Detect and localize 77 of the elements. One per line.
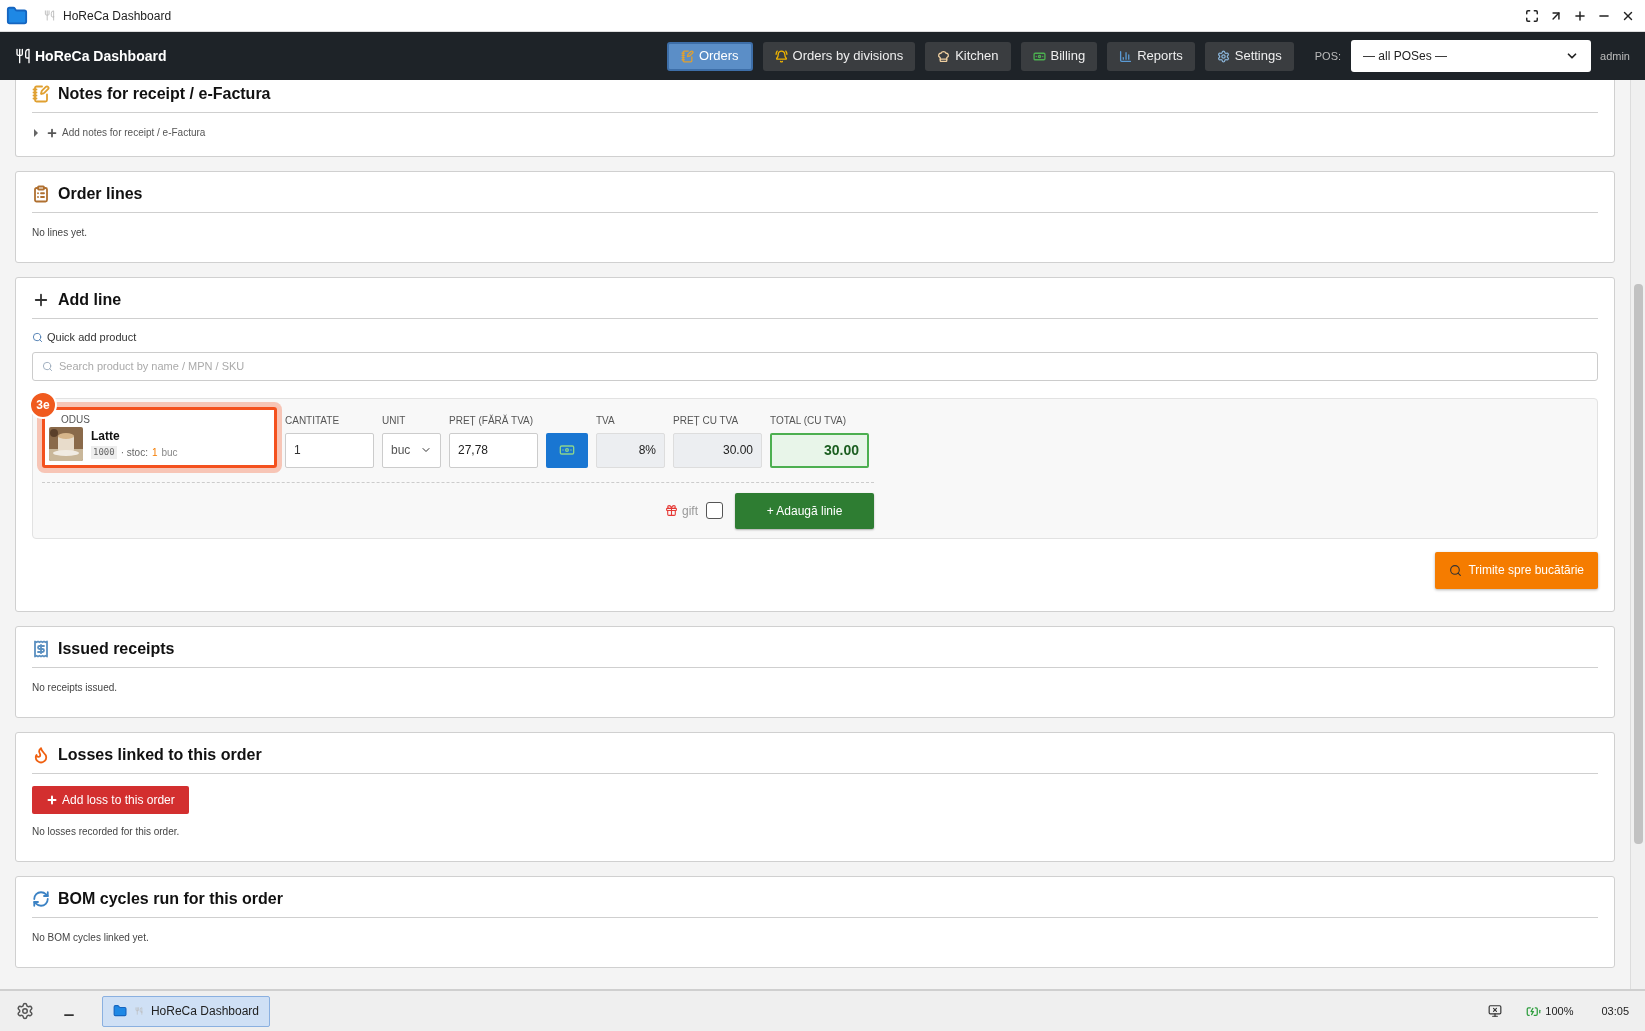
clock: 03:05 — [1601, 1003, 1629, 1019]
plus-icon — [46, 793, 58, 806]
stock-label: · stoc: — [120, 446, 148, 460]
pos-label: POS: — [1314, 48, 1342, 64]
utensils-icon — [135, 1006, 143, 1016]
field-label: TOTAL (CU TVA) — [770, 413, 848, 428]
price-input[interactable]: 27,78 — [449, 432, 538, 468]
pos-select[interactable]: — all POSes — — [1351, 40, 1592, 72]
empty-message: No losses recorded for this order. — [32, 824, 181, 839]
gift-label: gift — [682, 502, 698, 520]
notepad-icon — [32, 85, 50, 103]
receipt-icon — [32, 639, 50, 658]
utensils-icon — [15, 48, 31, 64]
brand-title: HoReCa Dashboard — [35, 46, 167, 66]
total-field: 30.00 — [770, 432, 869, 468]
bar-chart-icon — [1119, 49, 1133, 63]
empty-message: No BOM cycles linked yet. — [32, 930, 150, 945]
banknote-icon — [559, 442, 575, 458]
flame-icon — [32, 745, 50, 764]
price-toggle-button[interactable] — [546, 432, 588, 468]
section-title: Notes for receipt / e-Factura — [58, 84, 271, 104]
field-label: PREȚ (FĂRĂ TVA) — [449, 413, 535, 428]
nav-tab[interactable]: Settings — [1204, 41, 1294, 71]
nav-tab[interactable]: Orders by divisions — [762, 41, 916, 71]
chef-hat-icon — [937, 49, 951, 63]
taskbar-task[interactable]: HoReCa Dashboard — [102, 995, 270, 1027]
vat-field: 8% — [596, 432, 665, 468]
clipboard-icon — [32, 185, 50, 203]
plus-icon — [46, 126, 58, 139]
empty-message: No receipts issued. — [32, 680, 119, 695]
settings-icon — [1216, 49, 1230, 63]
add-loss-button[interactable]: Add loss to this order — [32, 785, 189, 814]
section-title: BOM cycles run for this order — [58, 888, 283, 909]
gift-icon — [665, 504, 678, 517]
section-title: Losses linked to this order — [58, 744, 262, 765]
price-with-vat-field: 30.00 — [673, 432, 762, 468]
maximize-icon[interactable] — [1573, 8, 1587, 23]
section-title: Add line — [58, 290, 122, 310]
user-name: admin — [1600, 48, 1630, 64]
refresh-icon — [32, 889, 50, 908]
network-error-icon[interactable] — [1488, 1004, 1503, 1018]
product-name: Latte — [91, 428, 121, 445]
field-label: PREȚ CU TVA — [673, 413, 740, 428]
section-title: Issued receipts — [58, 638, 175, 659]
field-label: TVA — [596, 413, 616, 428]
settings-icon[interactable] — [16, 1002, 34, 1020]
section-title: Order lines — [58, 184, 143, 204]
utensils-icon — [44, 10, 55, 21]
fullscreen-icon[interactable] — [1525, 8, 1539, 23]
search-icon — [32, 331, 43, 343]
empty-message: No lines yet. — [32, 226, 89, 240]
unit-select[interactable]: buc — [382, 432, 441, 468]
stock-unit: buc — [161, 446, 178, 460]
gift-checkbox[interactable] — [706, 502, 723, 519]
nav-tab[interactable]: Kitchen — [925, 41, 1011, 71]
notes-toggle[interactable]: Add notes for receipt / e-Factura — [62, 125, 206, 140]
quantity-input[interactable]: 1 — [285, 432, 374, 468]
field-label: UNIT — [382, 413, 407, 428]
plus-icon — [32, 291, 50, 309]
product-code: 1000 — [91, 445, 117, 460]
nav-tab[interactable]: Reports — [1107, 41, 1195, 71]
scrollbar[interactable] — [1630, 80, 1645, 989]
search-icon — [1449, 563, 1463, 577]
field-label: ODUS — [60, 412, 91, 427]
field-label: Quick add product — [47, 330, 137, 345]
battery-level: 100% — [1545, 1003, 1574, 1019]
add-line-button[interactable]: + Adaugă linie — [735, 492, 874, 529]
bell-icon — [774, 49, 788, 63]
marker-badge: 3e — [29, 390, 57, 419]
stock-quantity: 1 — [151, 446, 158, 460]
notepad-icon — [680, 49, 694, 63]
folder-icon — [6, 4, 28, 27]
window-title: HoReCa Dashboard — [63, 7, 172, 25]
search-icon — [42, 360, 53, 372]
nav-tab[interactable]: Billing — [1020, 41, 1098, 71]
field-label: CANTITATE — [285, 413, 341, 428]
search-field[interactable]: Search product by name / MPN / SKU — [32, 351, 1598, 381]
